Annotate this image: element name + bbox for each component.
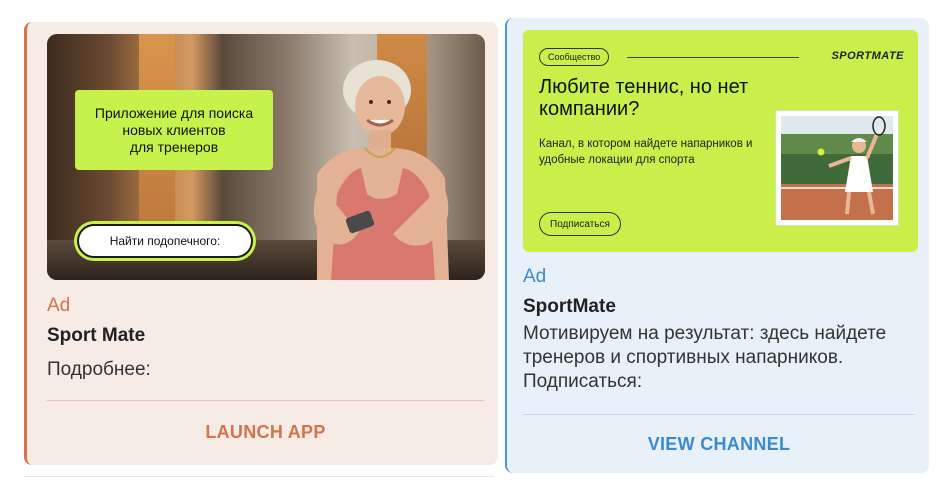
banner-divider-line [627,57,799,58]
separator-line [24,476,494,477]
ad-label: Ad [47,295,71,316]
view-channel-button[interactable]: VIEW CHANNEL [523,426,915,462]
woman-with-phone-illustration [313,60,449,280]
divider [47,400,484,401]
divider [523,414,915,415]
ad-title: Sport Mate [47,325,146,346]
ad-card-sport-mate: Приложение для поиска новых клиентов для… [24,22,498,465]
ad-description: Мотивируем на результат: здесь найдете т… [523,323,887,392]
ad-title: SportMate [523,296,616,317]
ad-banner-tennis[interactable]: Сообщество SPORTMATE Любите теннис, но н… [523,30,918,252]
ad-card-sportmate-channel: Сообщество SPORTMATE Любите теннис, но н… [505,18,929,473]
ad-label: Ad [523,266,547,287]
find-client-pill: Найти подопечного: [77,224,253,258]
community-tag: Сообщество [539,48,610,66]
banner-subtext: Канал, в котором найдете напарников и уд… [539,138,753,166]
ad-image-trainer[interactable]: Приложение для поиска новых клиентов для… [47,34,485,280]
promo-text-box: Приложение для поиска новых клиентов для… [75,90,273,170]
tennis-player-illustration [781,116,893,220]
tennis-player-photo [775,110,899,226]
ad-description: Подробнее: [47,359,151,380]
banner-subscribe-pill: Подписаться [539,212,621,236]
brand-logo: SPORTMATE [831,50,904,62]
banner-headline: Любите теннис, но нет компании? [539,76,749,120]
launch-app-button[interactable]: LAUNCH APP [47,414,484,450]
